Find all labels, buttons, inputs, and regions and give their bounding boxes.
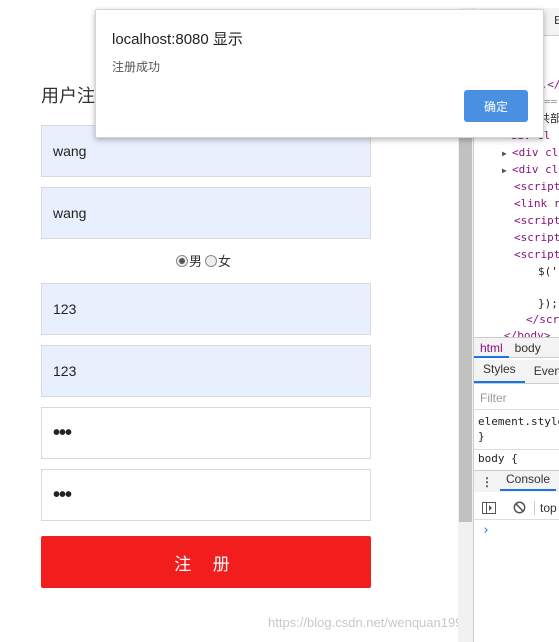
dom-line-text: <div cl [512,163,559,176]
dom-line-text: <div cl [512,146,559,159]
tab-event-listeners[interactable]: Even [525,364,559,383]
tab-console[interactable]: Console [500,472,557,491]
style-rule-body[interactable]: body { [474,449,559,469]
console-prompt-icon[interactable]: › [482,523,490,538]
nickname-field[interactable]: wang [41,187,371,239]
breadcrumb: html body [474,337,559,358]
screen: 用户注册 wang wang 男 女 123 123 ••• ••• 注 册 h… [0,0,559,642]
dom-line[interactable]: <link r [474,195,559,212]
browser-top-strip [0,0,559,8]
tab-styles[interactable]: Styles [474,362,525,383]
console-drawer-bar: ⋮ Console [474,470,559,492]
dialog-title: localhost:8080 显示 [112,31,243,48]
dom-line-div[interactable]: ▶ <div cl [474,144,559,161]
clear-console-icon[interactable] [504,501,534,514]
style-rule-element: element.style } [474,409,559,447]
style-rule-close: } [478,430,485,443]
breadcrumb-body[interactable]: body [509,341,547,355]
dialog-ok-button[interactable]: 确定 [464,90,528,122]
dom-line-div[interactable]: ▶ <div cl [474,161,559,178]
expand-triangle-icon[interactable]: ▶ [502,162,512,178]
style-rule-selector[interactable]: element.style [478,414,559,429]
email-field[interactable]: 123 [41,345,371,397]
kebab-menu-icon[interactable]: ⋮ [474,475,500,489]
dom-line[interactable]: <script [474,229,559,246]
dialog-message: 注册成功 [112,60,161,74]
gender-female-label: 女 [218,255,232,270]
gender-male-label: 男 [189,255,203,270]
dom-line[interactable]: <script [474,178,559,195]
styles-filter-input[interactable]: Filter [480,391,507,405]
devtools-tab-elements[interactable]: E [554,14,559,27]
dom-line: }); [538,297,558,310]
gender-female-radio[interactable] [205,254,218,267]
dom-line[interactable]: <script [474,212,559,229]
password-field[interactable]: ••• [41,407,371,459]
breadcrumb-html[interactable]: html [474,338,509,358]
dom-line[interactable]: </scrip [474,311,559,328]
alert-dialog: localhost:8080 显示 注册成功 确定 [95,9,544,138]
styles-tabbar: Styles Even [474,360,559,384]
dom-line: $(' [538,265,558,278]
dom-line[interactable]: <script [474,246,559,263]
phone-field[interactable]: 123 [41,283,371,335]
gender-radio-group: 男 女 [176,251,234,270]
expand-triangle-icon[interactable]: ▶ [502,145,512,161]
confirm-password-field[interactable]: ••• [41,469,371,521]
console-toolbar: top [474,496,559,520]
register-button[interactable]: 注 册 [41,536,371,588]
context-selector[interactable]: top [534,500,557,515]
gender-male-radio[interactable] [176,254,188,267]
sidebar-toggle-icon[interactable] [474,501,504,514]
